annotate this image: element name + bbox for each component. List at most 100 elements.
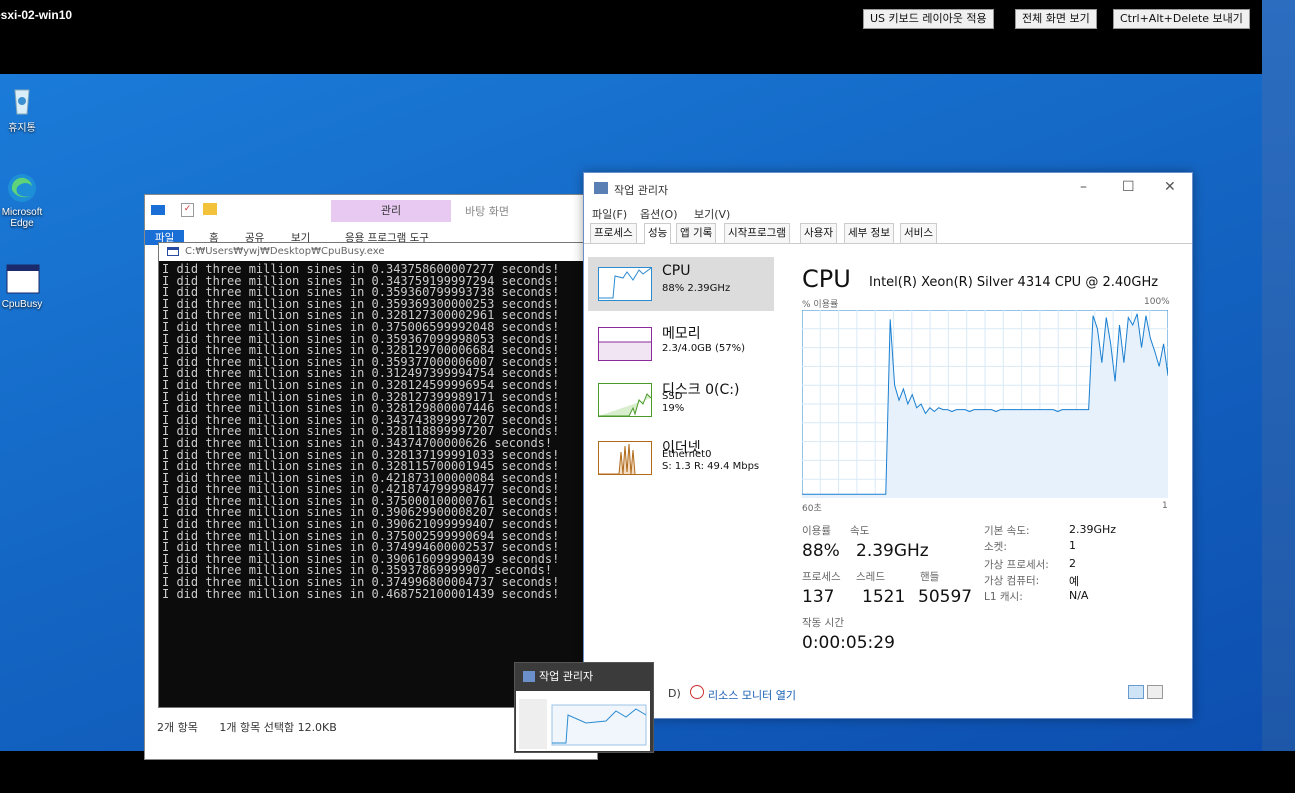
graph-max-label: 100%	[1144, 297, 1170, 307]
thread-count: 1521	[862, 587, 906, 607]
perf-item-ethernet-sub2: S: 1.3 R: 49.4 Mbps	[662, 461, 760, 472]
handle-count: 50597	[918, 587, 973, 607]
ctrl-alt-delete-button[interactable]: Ctrl+Alt+Delete 보내기	[1113, 9, 1250, 29]
ribbon-context-tab-manage[interactable]: 관리	[331, 200, 451, 222]
cpubusy-shortcut[interactable]: CpuBusy	[0, 264, 44, 310]
process-count: 137	[802, 587, 835, 607]
speed-label: 속도	[850, 525, 870, 537]
console-output: I did three million sines in 0.343758600…	[159, 261, 587, 704]
detail-key: 기본 속도:	[984, 525, 1030, 537]
tm-menu-bar: 파일(F) 옵션(O) 보기(V)	[584, 203, 1192, 223]
minimize-icon[interactable]: –	[1080, 179, 1087, 195]
tab-users[interactable]: 사용자	[800, 223, 837, 243]
recycle-bin-label: 휴지통	[8, 123, 36, 134]
process-label: 프로세스	[802, 571, 841, 583]
menu-options[interactable]: 옵션(O)	[640, 206, 677, 222]
perf-item-ethernet[interactable]: 이더넷 Ethernet0 S: 1.3 R: 49.4 Mbps	[588, 431, 774, 485]
tab-startup[interactable]: 시작프로그램	[724, 223, 790, 243]
detail-value: 2	[1069, 557, 1076, 570]
console-titlebar[interactable]: C:₩Users₩ywj₩Desktop₩CpuBusy.exe	[159, 243, 587, 261]
uptime-value: 0:00:05:29	[802, 633, 895, 653]
vm-toolbar: esxi-02-win10 US 키보드 레이아웃 적용 전체 화면 보기 Ct…	[0, 0, 1262, 74]
status-selection: 1개 항목 선택함 12.0KB	[219, 721, 337, 734]
cpu-model: Intel(R) Xeon(R) Silver 4314 CPU @ 2.40G…	[869, 275, 1159, 290]
task-manager-icon	[594, 182, 608, 194]
disk-thumbnail	[598, 383, 652, 417]
popup-title: 작업 관리자	[539, 670, 594, 683]
edge-label: Microsoft Edge	[1, 207, 43, 229]
tab-services[interactable]: 서비스	[900, 223, 937, 243]
task-manager-icon	[523, 671, 535, 682]
tm-title: 작업 관리자	[614, 184, 669, 197]
perf-item-cpu-sub: 88% 2.39GHz	[662, 283, 731, 294]
detail-value: 예	[1069, 575, 1080, 588]
menu-file[interactable]: 파일(F)	[592, 206, 627, 222]
ethernet-thumbnail	[598, 441, 652, 475]
close-icon[interactable]: ✕	[1164, 179, 1176, 195]
perf-item-cpu-name: CPU	[662, 263, 691, 279]
recycle-bin-icon	[6, 84, 38, 116]
status-item-count: 2개 항목	[157, 721, 198, 734]
perf-item-memory-sub: 2.3/4.0GB (57%)	[662, 343, 745, 354]
perf-item-ethernet-sub: Ethernet0	[662, 449, 712, 460]
console-line: I did three million sines in 0.468752100…	[162, 586, 560, 601]
scrollbar-strip	[1262, 0, 1295, 751]
ribbon-context-tab-desktop: 바탕 화면	[465, 205, 509, 218]
uptime-label: 작동 시간	[802, 617, 844, 629]
task-manager-window: 작업 관리자 – ☐ ✕ 파일(F) 옵션(O) 보기(V) 프로세스 성능 앱…	[583, 172, 1193, 719]
tm-titlebar[interactable]: 작업 관리자 – ☐ ✕	[584, 173, 1192, 203]
app-window-icon	[6, 264, 40, 296]
popup-thumbnail	[516, 691, 650, 751]
console-title: C:₩Users₩ywj₩Desktop₩CpuBusy.exe	[185, 246, 385, 257]
fullscreen-button[interactable]: 전체 화면 보기	[1015, 9, 1097, 29]
perf-item-memory[interactable]: 메모리 2.3/4.0GB (57%)	[588, 317, 774, 371]
tm-tabs: 프로세스 성능 앱 기록 시작프로그램 사용자 세부 정보 서비스	[584, 223, 1192, 244]
handle-label: 핸들	[920, 571, 940, 583]
detail-key: 가상 컴퓨터:	[984, 575, 1040, 587]
perf-item-disk-sub: SSD	[662, 391, 683, 402]
perf-item-disk-sub2: 19%	[662, 403, 685, 414]
recycle-bin-shortcut[interactable]: 휴지통	[0, 84, 44, 134]
details-view-icon[interactable]	[1128, 685, 1144, 699]
resource-monitor-link[interactable]: 리소스 모니터 열기	[708, 687, 796, 703]
vm-name: esxi-02-win10	[0, 8, 73, 22]
detail-value: 2.39GHz	[1069, 523, 1117, 536]
memory-thumbnail	[598, 327, 652, 361]
list-view-icon[interactable]	[1147, 685, 1163, 699]
detail-value: 1	[1069, 539, 1076, 552]
edge-icon	[6, 172, 38, 204]
util-value: 88%	[802, 541, 840, 561]
quick-access-icon	[151, 205, 165, 215]
us-keyboard-layout-button[interactable]: US 키보드 레이아웃 적용	[863, 9, 994, 29]
util-label: 이용률	[802, 525, 831, 537]
cpu-usage-graph	[802, 310, 1168, 498]
detail-key: 소켓:	[984, 541, 1007, 553]
explorer-status-bar: 2개 항목 1개 항목 선택함 12.0KB	[157, 719, 337, 793]
maximize-icon[interactable]: ☐	[1122, 179, 1135, 195]
detail-value: N/A	[1069, 589, 1089, 602]
edge-shortcut[interactable]: Microsoft Edge	[0, 172, 44, 229]
checkbox-icon[interactable]: ✓	[181, 203, 194, 217]
menu-view[interactable]: 보기(V)	[694, 206, 730, 222]
graph-time-right: 1	[1162, 501, 1168, 511]
detail-key: L1 캐시:	[984, 591, 1023, 603]
console-icon	[167, 247, 179, 256]
explorer-titlebar: ✓ 관리 바탕 화면	[145, 195, 597, 229]
tab-details[interactable]: 세부 정보	[844, 223, 894, 243]
tab-app-history[interactable]: 앱 기록	[676, 223, 717, 243]
thread-label: 스레드	[856, 571, 885, 583]
graph-util-label: % 이용률	[802, 300, 839, 310]
perf-item-cpu[interactable]: CPU 88% 2.39GHz	[588, 257, 774, 311]
tab-processes[interactable]: 프로세스	[590, 223, 637, 243]
taskbar-preview-popup[interactable]: 작업 관리자	[514, 662, 654, 753]
folder-icon[interactable]	[203, 203, 217, 215]
perf-item-disk[interactable]: 디스크 0(C:) SSD 19%	[588, 373, 774, 427]
speed-value: 2.39GHz	[856, 541, 929, 561]
graph-time-left: 60초	[802, 504, 822, 514]
console-window: C:₩Users₩ywj₩Desktop₩CpuBusy.exe I did t…	[158, 242, 588, 708]
perf-item-memory-name: 메모리	[662, 326, 701, 342]
cpu-thumbnail	[598, 267, 652, 301]
cpu-heading: CPU	[802, 265, 851, 293]
tab-performance[interactable]: 성능	[644, 223, 672, 244]
fewer-details-tail[interactable]: D)	[668, 687, 681, 700]
